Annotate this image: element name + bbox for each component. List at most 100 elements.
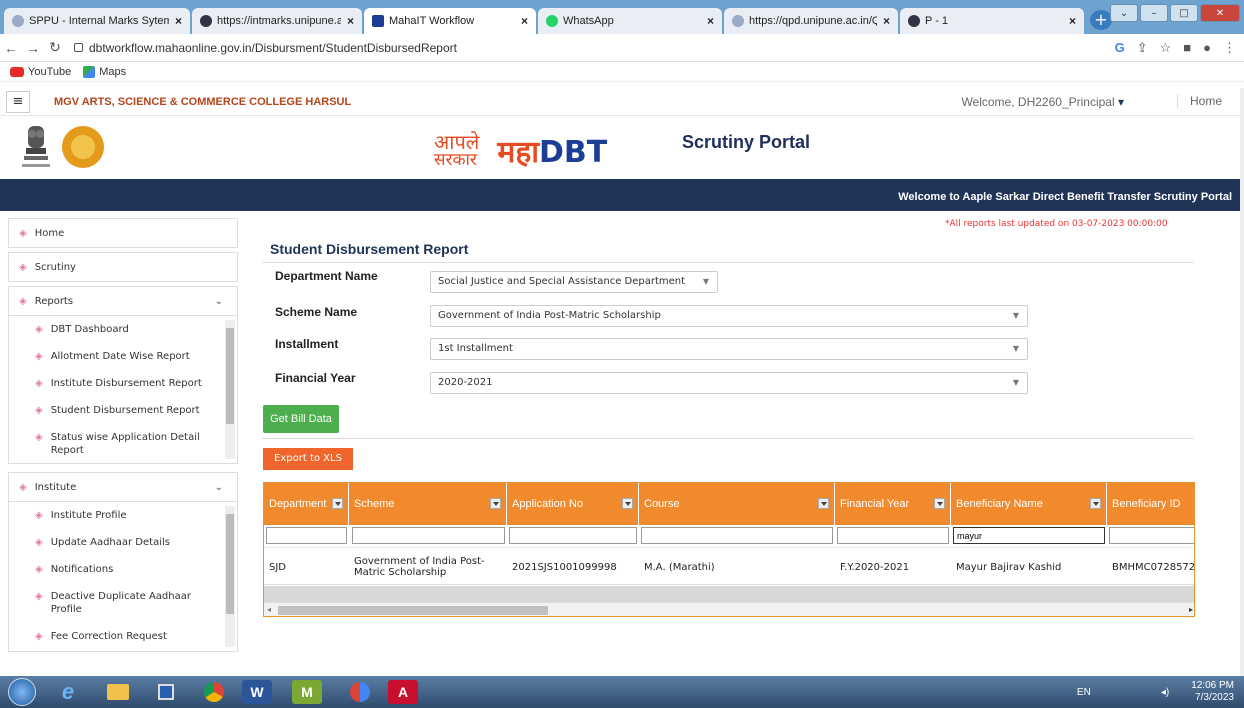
close-icon[interactable]: × (347, 14, 354, 28)
filter-input-financial-year[interactable] (837, 527, 949, 544)
sidebar-item-label: Status wise Application Detail Report (50, 432, 200, 456)
tab-p1[interactable]: P - 1 × (900, 8, 1084, 34)
sidebar-group-institute-header[interactable]: ◈ Institute ⌄ (9, 473, 237, 501)
chrome-alt-icon[interactable] (340, 680, 380, 704)
back-arrow-icon[interactable]: ← (0, 40, 22, 56)
sidebar-item-label: Fee Correction Request (50, 631, 167, 642)
clock-date: 7/3/2023 (1195, 692, 1234, 703)
close-icon[interactable]: × (883, 14, 890, 28)
filter-input-scheme[interactable] (352, 527, 505, 544)
installment-select[interactable]: 1st Installment ▼ (430, 338, 1028, 360)
window-close-icon[interactable]: ✕ (1200, 4, 1240, 22)
chrome-icon[interactable] (194, 680, 234, 704)
close-icon[interactable]: × (175, 14, 182, 28)
file-explorer-icon[interactable] (98, 680, 138, 704)
scrollbar-thumb[interactable] (226, 514, 234, 614)
sidebar-item-update-aadhaar[interactable]: ◈ Update Aadhaar Details (9, 529, 223, 556)
column-header-financial-year[interactable]: Financial Year (835, 483, 951, 525)
language-indicator[interactable]: EN (1077, 687, 1091, 698)
sidepanel-icon[interactable]: ■ (1183, 40, 1191, 56)
start-button-icon[interactable] (8, 678, 36, 706)
filter-input-course[interactable] (641, 527, 833, 544)
scrollbar-thumb[interactable] (226, 328, 234, 424)
column-menu-icon[interactable] (490, 498, 501, 509)
sidebar-reports-scrollbar[interactable] (225, 320, 235, 459)
column-header-department[interactable]: Department (264, 483, 349, 525)
column-menu-icon[interactable] (332, 498, 343, 509)
sidebar-item-notifications[interactable]: ◈ Notifications (9, 556, 223, 583)
sidebar-institute-scrollbar[interactable] (225, 506, 235, 647)
internet-explorer-icon[interactable]: e (48, 679, 88, 704)
publisher-icon[interactable]: M (292, 680, 322, 704)
forward-arrow-icon[interactable]: → (22, 40, 44, 56)
scheme-select[interactable]: Government of India Post-Matric Scholars… (430, 305, 1028, 327)
sidebar-item-institute-disbursement[interactable]: ◈ Institute Disbursement Report (9, 370, 223, 397)
sidebar-item-scrutiny[interactable]: ◈ Scrutiny (8, 252, 238, 282)
bookmark-maps[interactable]: Maps (83, 65, 126, 78)
column-menu-icon[interactable] (1090, 498, 1101, 509)
tab-intmarks[interactable]: https://intmarks.unipune.ac.in/ × (192, 8, 362, 34)
tab-whatsapp[interactable]: WhatsApp × (538, 8, 722, 34)
chevron-down-icon[interactable]: ⌄ (1110, 4, 1138, 22)
column-header-beneficiary-name[interactable]: Beneficiary Name (951, 483, 1107, 525)
get-bill-data-button[interactable]: Get Bill Data (263, 405, 339, 433)
close-icon[interactable]: × (521, 14, 528, 28)
profile-avatar-icon[interactable]: ● (1203, 40, 1211, 56)
filter-input-department[interactable] (266, 527, 347, 544)
sidebar-item-allotment-date-wise[interactable]: ◈ Allotment Date Wise Report (9, 343, 223, 370)
word-icon[interactable]: W (242, 680, 272, 704)
scrollbar-thumb[interactable] (278, 606, 548, 615)
reload-icon[interactable]: ↻ (44, 39, 66, 56)
volume-icon[interactable]: ◂) (1161, 687, 1169, 698)
sidebar-group-reports-header[interactable]: ◈ Reports ⌄ (9, 287, 237, 315)
maximize-icon[interactable]: □ (1170, 4, 1198, 22)
grid-horizontal-scrollbar[interactable]: ◂ ▸ (264, 602, 1194, 616)
menu-dots-icon[interactable]: ⋮ (1223, 40, 1236, 56)
acrobat-icon[interactable]: A (388, 680, 418, 704)
column-menu-icon[interactable] (818, 498, 829, 509)
table-row[interactable]: SJD Government of India Post-Matric Scho… (264, 547, 1194, 585)
filter-input-beneficiary-name[interactable] (953, 527, 1105, 544)
sidebar-item-status-wise[interactable]: ◈ Status wise Application Detail Report (9, 424, 223, 464)
close-icon[interactable]: × (707, 14, 714, 28)
home-link[interactable]: Home (1176, 94, 1222, 108)
column-header-scheme[interactable]: Scheme (349, 483, 507, 525)
filter-input-application-no[interactable] (509, 527, 637, 544)
diamond-icon: ◈ (35, 591, 43, 602)
scroll-left-icon[interactable]: ◂ (267, 605, 271, 614)
url-field[interactable]: dbtworkflow.mahaonline.gov.in/Disbursmen… (74, 41, 457, 55)
sidebar-item-student-disbursement[interactable]: ◈ Student Disbursement Report (9, 397, 223, 424)
user-menu[interactable]: Welcome, DH2260_Principal ▾ (961, 95, 1124, 109)
sidebar-item-fee-correction[interactable]: ◈ Fee Correction Request (9, 623, 223, 650)
tab-mahait-workflow[interactable]: MahaIT Workflow × (364, 8, 536, 34)
clock[interactable]: 12:06 PM 7/3/2023 (1191, 680, 1234, 704)
financial-year-select[interactable]: 2020-2021 ▼ (430, 372, 1028, 394)
new-tab-plus-icon[interactable]: + (1090, 10, 1112, 30)
page-scrollbar[interactable] (1240, 88, 1244, 676)
sidebar-item-dbt-dashboard[interactable]: ◈ DBT Dashboard (9, 316, 223, 343)
tab-qpd[interactable]: https://qpd.unipune.ac.in/QPD × (724, 8, 898, 34)
lock-icon (74, 43, 83, 52)
close-icon[interactable]: × (1069, 14, 1076, 28)
column-header-beneficiary-id[interactable]: Beneficiary ID (1107, 483, 1194, 525)
export-xls-button[interactable]: Export to XLS (263, 448, 353, 470)
bookmark-youtube[interactable]: YouTube (10, 66, 71, 78)
sidebar-item-deactive-duplicate-aadhaar[interactable]: ◈ Deactive Duplicate Aadhaar Profile (9, 583, 223, 623)
share-icon[interactable]: ⇪ (1137, 40, 1148, 56)
filter-input-beneficiary-id[interactable] (1109, 527, 1194, 544)
sidebar-item-home[interactable]: ◈ Home (8, 218, 238, 248)
google-icon[interactable]: G (1115, 40, 1125, 56)
column-header-application-no[interactable]: Application No (507, 483, 639, 525)
tab-sppu-internal-marks[interactable]: SPPU - Internal Marks Sytem × (4, 8, 190, 34)
media-player-icon[interactable] (146, 680, 186, 704)
sppu-favicon-icon (732, 15, 744, 27)
column-menu-icon[interactable] (934, 498, 945, 509)
column-header-course[interactable]: Course (639, 483, 835, 525)
department-select[interactable]: Social Justice and Special Assistance De… (430, 271, 718, 293)
hamburger-menu-icon[interactable]: ≡ (6, 90, 30, 113)
bookmark-star-icon[interactable]: ☆ (1160, 40, 1172, 56)
scroll-right-icon[interactable]: ▸ (1189, 605, 1193, 614)
sidebar-item-institute-profile[interactable]: ◈ Institute Profile (9, 502, 223, 529)
minimize-icon[interactable]: – (1140, 4, 1168, 22)
column-menu-icon[interactable] (622, 498, 633, 509)
